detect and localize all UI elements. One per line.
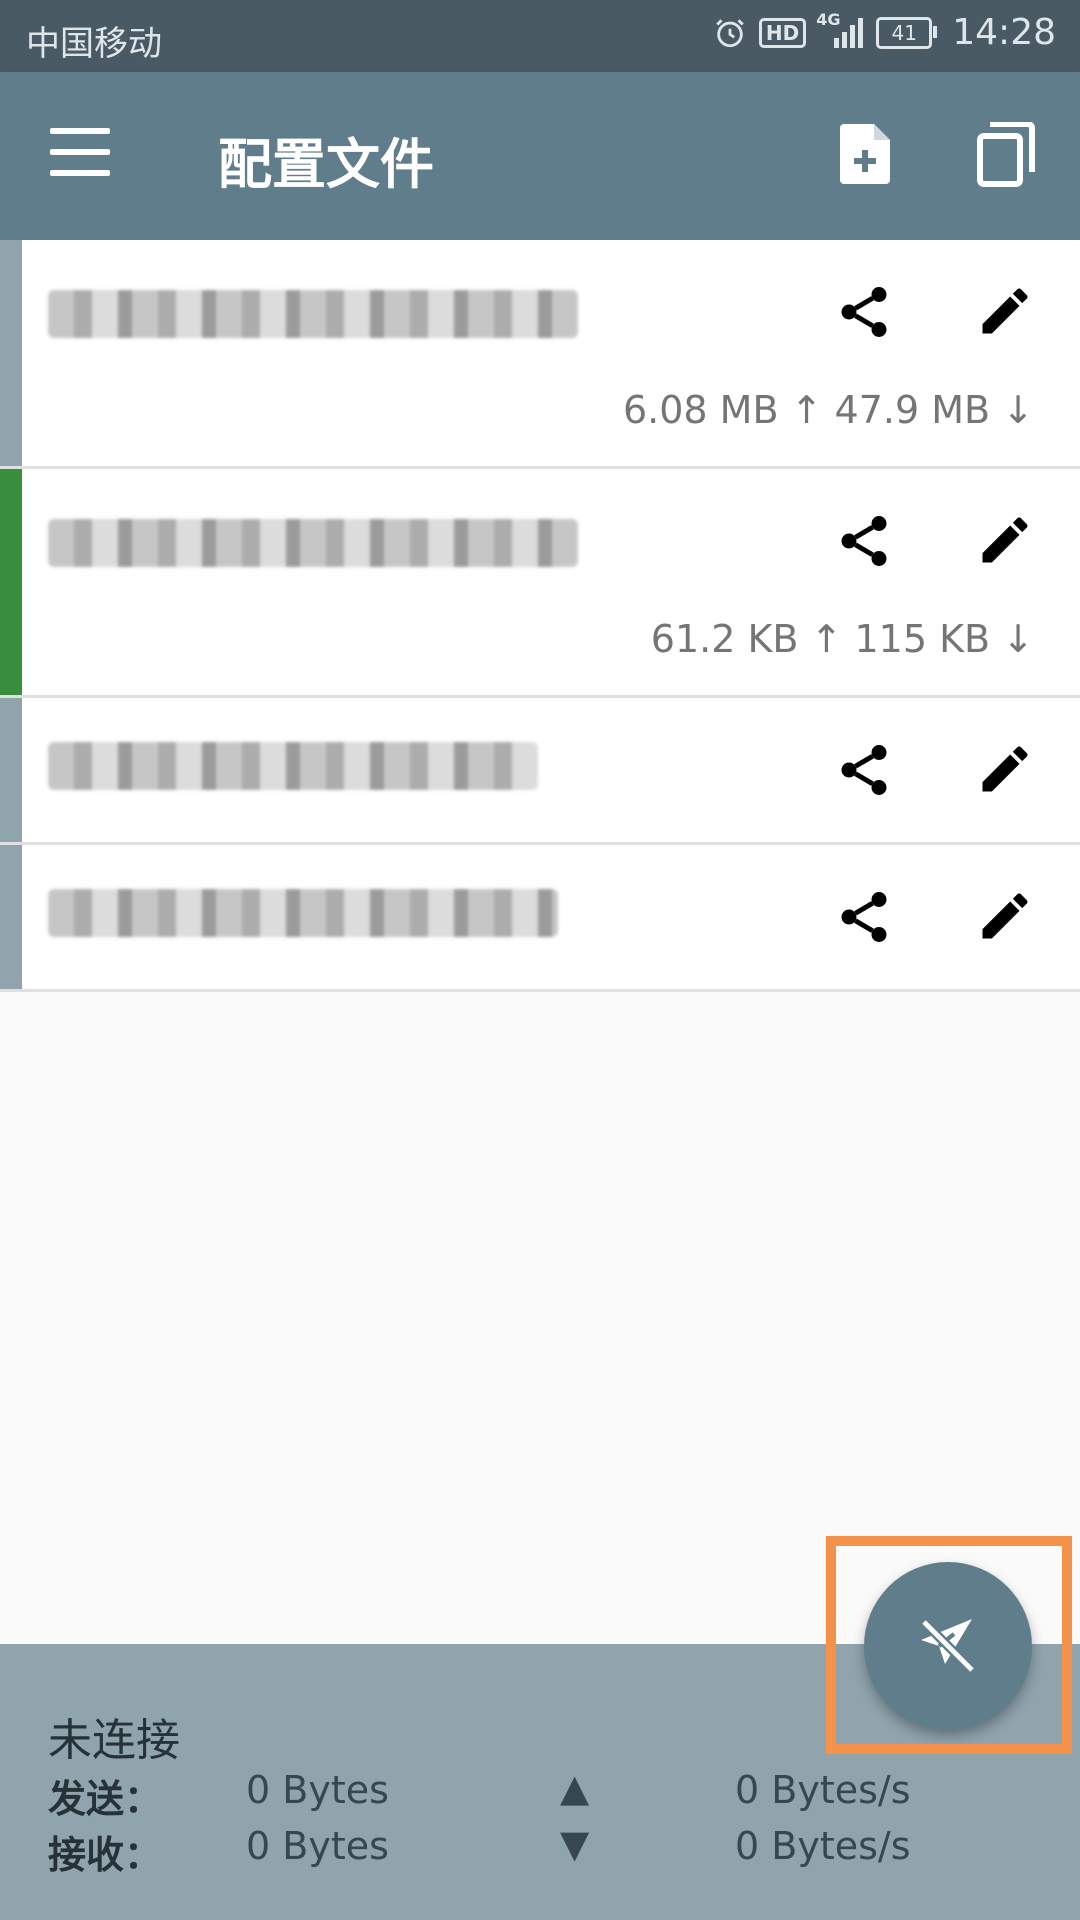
profile-list: 6.08 MB ↑ 47.9 MB ↓ 61.2 KB ↑ 115 KB ↓ [0,240,1080,992]
hd-badge: HD [758,17,807,48]
send-rate: 0 Bytes/s [735,1768,911,1812]
status-bar: 中国移动 HD 4G 41 14:28 [0,0,1080,72]
profile-name-redacted [48,519,578,567]
connection-state: 未连接 [48,1715,180,1766]
traffic-stats: 61.2 KB ↑ 115 KB ↓ [650,617,1034,661]
profile-row[interactable]: 61.2 KB ↑ 115 KB ↓ [0,469,1080,698]
upload-arrow-icon: ▲ [560,1766,590,1810]
send-value: 0 Bytes [246,1768,389,1812]
edit-icon[interactable] [975,885,1035,951]
carrier-name: 中国移动 [26,24,162,64]
receive-rate: 0 Bytes/s [735,1824,911,1868]
app-bar: 配置文件 [0,72,1080,240]
share-icon[interactable] [834,509,894,577]
download-arrow-icon: ▼ [560,1822,590,1866]
signal-icon: 4G [816,10,864,50]
highlight-box [826,1536,1072,1754]
menu-icon[interactable] [50,128,110,176]
send-label: 发送： [48,1777,163,1821]
copy-icon[interactable] [976,121,1036,192]
edit-icon[interactable] [975,509,1035,575]
profile-row[interactable] [0,698,1080,845]
traffic-stats: 6.08 MB ↑ 47.9 MB ↓ [622,388,1034,432]
share-icon[interactable] [834,738,894,806]
share-icon[interactable] [834,885,894,953]
profile-status-stripe [0,240,22,466]
profile-status-stripe [0,845,22,989]
alarm-icon [713,16,747,50]
network-type: 4G [816,9,841,29]
edit-icon[interactable] [975,280,1035,346]
status-icons: HD 4G 41 14:28 [713,10,1056,53]
profile-name-redacted [48,889,558,937]
add-file-icon[interactable] [838,122,894,190]
clock: 14:28 [952,12,1056,53]
profile-status-stripe [0,698,22,842]
page-title: 配置文件 [218,133,434,196]
battery-icon: 41 [876,16,938,49]
receive-label: 接收： [48,1833,163,1877]
profile-row[interactable]: 6.08 MB ↑ 47.9 MB ↓ [0,240,1080,469]
receive-value: 0 Bytes [246,1824,389,1868]
profile-row[interactable] [0,845,1080,992]
profile-name-redacted [48,742,538,790]
profile-status-stripe [0,469,22,695]
profile-name-redacted [48,290,578,338]
share-icon[interactable] [834,280,894,348]
edit-icon[interactable] [975,738,1035,804]
